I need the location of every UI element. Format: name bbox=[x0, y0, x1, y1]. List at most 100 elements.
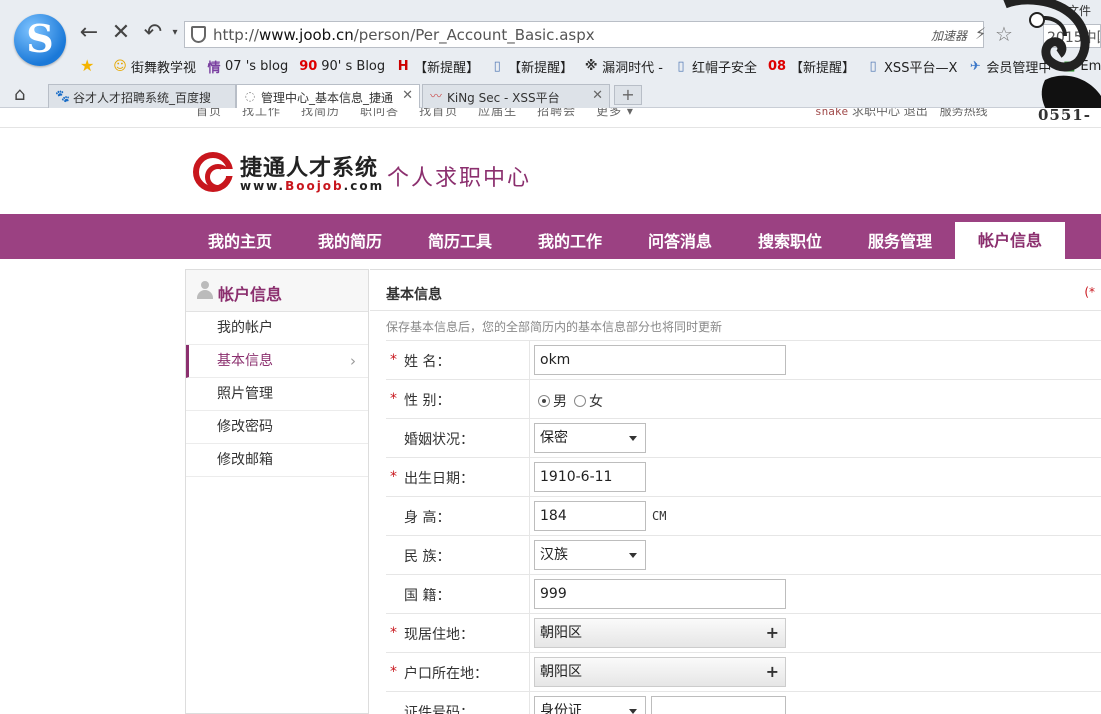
hukou-region-picker[interactable]: 朝阳区 + bbox=[534, 657, 786, 687]
person-icon bbox=[197, 281, 213, 299]
address-url[interactable]: http://www.joob.cn/person/Per_Account_Ba… bbox=[213, 26, 595, 44]
boojob-logo-icon[interactable] bbox=[193, 152, 235, 192]
basic-info-form: * 姓 名： okm * 性 别： 男 女 婚姻状况： 保密 * 出生日期： 1… bbox=[386, 340, 1101, 714]
bookmark-item[interactable]: H 【新提醒】 bbox=[395, 55, 479, 77]
top-link-fair[interactable]: 招聘会 bbox=[537, 108, 576, 118]
bookmark-item[interactable]: ※ 漏洞时代 - bbox=[583, 55, 663, 77]
address-bar[interactable]: http://www.joob.cn/person/Per_Account_Ba… bbox=[184, 21, 984, 48]
sidebar-item-my-account[interactable]: 我的帐户 bbox=[186, 312, 368, 345]
top-link-home[interactable]: 首页 bbox=[196, 108, 222, 118]
top-link-jobs[interactable]: 找工作 bbox=[242, 108, 281, 118]
birth-date-input[interactable]: 1910-6-11 bbox=[534, 462, 646, 492]
new-tab-button[interactable]: + bbox=[614, 85, 642, 105]
form-row-birth: * 出生日期： 1910-6-11 bbox=[386, 458, 1101, 497]
stop-icon[interactable]: ✕ bbox=[108, 20, 134, 46]
user-name[interactable]: snake bbox=[815, 108, 848, 118]
sidebar-item-basic-info[interactable]: 基本信息 › bbox=[186, 345, 368, 378]
site-top-links: 首页 找工作 找简历 职问答 找首页 应届生 招聘会 更多 ▾ bbox=[196, 108, 654, 119]
tab-management[interactable]: ◌ 管理中心_基本信息_捷通 ✕ bbox=[236, 84, 420, 108]
bookmark-item[interactable]: 90 90' s Blog bbox=[298, 55, 385, 77]
bookmark-item[interactable]: 08 【新提醒】 bbox=[767, 55, 855, 77]
chevron-right-icon: › bbox=[350, 352, 356, 370]
nav-my-jobs[interactable]: 我的工作 bbox=[515, 224, 625, 259]
sidebar-item-email[interactable]: 修改邮箱 bbox=[186, 444, 368, 477]
top-link-search[interactable]: 找首页 bbox=[419, 108, 458, 118]
nav-search-jobs[interactable]: 搜索职位 bbox=[735, 224, 845, 259]
height-input[interactable]: 184 bbox=[534, 501, 646, 531]
close-icon[interactable]: ✕ bbox=[400, 88, 413, 103]
nav-home[interactable]: 我的主页 bbox=[185, 224, 295, 259]
form-row-height: 身 高： 184 CM bbox=[386, 497, 1101, 536]
height-unit: CM bbox=[652, 509, 667, 523]
bookmark-item[interactable]: ▯ XSS平台—X bbox=[865, 55, 957, 77]
user-links[interactable]: 求职中心 退出 bbox=[852, 108, 928, 118]
close-icon[interactable]: ✕ bbox=[590, 88, 603, 103]
tab-baidu[interactable]: 🐾 谷才人才招聘系统_百度搜 bbox=[48, 84, 236, 108]
bookmark-item[interactable]: ▯ 【新提醒】 bbox=[489, 55, 574, 77]
top-link-resumes[interactable]: 找简历 bbox=[301, 108, 340, 118]
name-input[interactable]: okm bbox=[534, 345, 786, 375]
form-row-name: * 姓 名： okm bbox=[386, 341, 1101, 380]
caret-down-icon bbox=[629, 553, 637, 558]
sidebar-header: 帐户信息 bbox=[186, 270, 368, 312]
accelerator-button[interactable]: 加速器 bbox=[931, 27, 967, 44]
browser-chrome: ← ✕ ↶ ▾ http://www.joob.cn/person/Per_Ac… bbox=[0, 0, 1101, 124]
panel-hint: 保存基本信息后，您的全部简历内的基本信息部分也将同时更新 bbox=[386, 320, 723, 334]
bookmark-item[interactable]: ▯ 红帽子安全 bbox=[673, 55, 757, 77]
gender-female-radio[interactable]: 女 bbox=[574, 391, 603, 411]
caret-down-icon bbox=[629, 709, 637, 714]
nationality-label: 国 籍： bbox=[404, 588, 451, 604]
tab-xss[interactable]: 〰 KiNg Sec - XSS平台 ✕ bbox=[422, 84, 610, 108]
web-page: 首页 找工作 找简历 职问答 找首页 应届生 招聘会 更多 ▾ snake 求职中心 退出 服… bbox=[0, 108, 1101, 714]
nav-resume[interactable]: 我的简历 bbox=[295, 224, 405, 259]
loading-icon: ◌ bbox=[244, 89, 256, 103]
user-bar: snake 求职中心 退出 服务热线 bbox=[815, 108, 988, 119]
basic-info-panel: 基本信息 (* 保存基本信息后，您的全部简历内的基本信息部分也将同时更新 * 姓… bbox=[370, 269, 1101, 714]
wave-icon: 〰 bbox=[429, 89, 442, 103]
top-link-graduates[interactable]: 应届生 bbox=[478, 108, 517, 118]
height-label: 身 高： bbox=[404, 510, 451, 526]
bookmark-item[interactable]: ☺ 街舞教学视 bbox=[112, 55, 196, 77]
logo-subtitle: 个人求职中心 bbox=[387, 166, 532, 191]
required-mark: * bbox=[390, 625, 397, 641]
sidebar-item-photos[interactable]: 照片管理 bbox=[186, 378, 368, 411]
form-row-gender: * 性 别： 男 女 bbox=[386, 380, 1101, 419]
form-row-nationality: 国 籍： 999 bbox=[386, 575, 1101, 614]
logo-name[interactable]: 捷通人才系统 bbox=[240, 150, 378, 182]
nav-service[interactable]: 服务管理 bbox=[845, 224, 955, 259]
radio-checked-icon bbox=[538, 395, 550, 407]
nav-resume-tools[interactable]: 简历工具 bbox=[405, 224, 515, 259]
residence-label: 现居住地： bbox=[404, 627, 474, 643]
id-type-select[interactable]: 身份证 bbox=[534, 696, 646, 714]
nav-messages[interactable]: 问答消息 bbox=[625, 224, 735, 259]
nav-account[interactable]: 帐户信息 bbox=[955, 222, 1065, 259]
bookmark-item[interactable]: 情 07 's blog bbox=[206, 55, 289, 77]
top-link-more[interactable]: 更多 ▾ bbox=[596, 108, 634, 118]
back-icon[interactable]: ← bbox=[76, 20, 102, 46]
marital-select[interactable]: 保密 bbox=[534, 423, 646, 453]
paw-icon: 🐾 bbox=[55, 89, 70, 103]
browser-logo-icon[interactable] bbox=[14, 14, 66, 66]
service-phone: 0551-65 bbox=[1038, 108, 1091, 127]
home-icon[interactable]: ⌂ bbox=[14, 84, 25, 105]
residence-region-picker[interactable]: 朝阳区 + bbox=[534, 618, 786, 648]
account-sidebar: 帐户信息 我的帐户 基本信息 › 照片管理 修改密码 修改邮箱 bbox=[185, 269, 369, 714]
top-link-qa[interactable]: 职问答 bbox=[360, 108, 399, 118]
nationality-input[interactable]: 999 bbox=[534, 579, 786, 609]
sidebar-item-password[interactable]: 修改密码 bbox=[186, 411, 368, 444]
form-row-marital: 婚姻状况： 保密 bbox=[386, 419, 1101, 458]
ram-skin-decoration-icon bbox=[1003, 0, 1101, 124]
birth-label: 出生日期： bbox=[404, 471, 474, 487]
nation-label: 民 族： bbox=[404, 549, 451, 565]
required-note: (* bbox=[1084, 285, 1095, 299]
bookmark-star-icon[interactable]: ★ bbox=[80, 56, 94, 75]
sidebar-title: 帐户信息 bbox=[218, 285, 283, 304]
tab-bar: ⌂ 🐾 谷才人才招聘系统_百度搜 ◌ 管理中心_基本信息_捷通 ✕ 〰 KiNg… bbox=[0, 82, 1101, 108]
plus-icon: + bbox=[765, 662, 779, 681]
id-number-input[interactable] bbox=[651, 696, 786, 714]
radio-unchecked-icon bbox=[574, 395, 586, 407]
nation-select[interactable]: 汉族 bbox=[534, 540, 646, 570]
gender-male-radio[interactable]: 男 bbox=[538, 391, 567, 411]
form-row-nation: 民 族： 汉族 bbox=[386, 536, 1101, 575]
name-label: 姓 名： bbox=[404, 354, 451, 370]
